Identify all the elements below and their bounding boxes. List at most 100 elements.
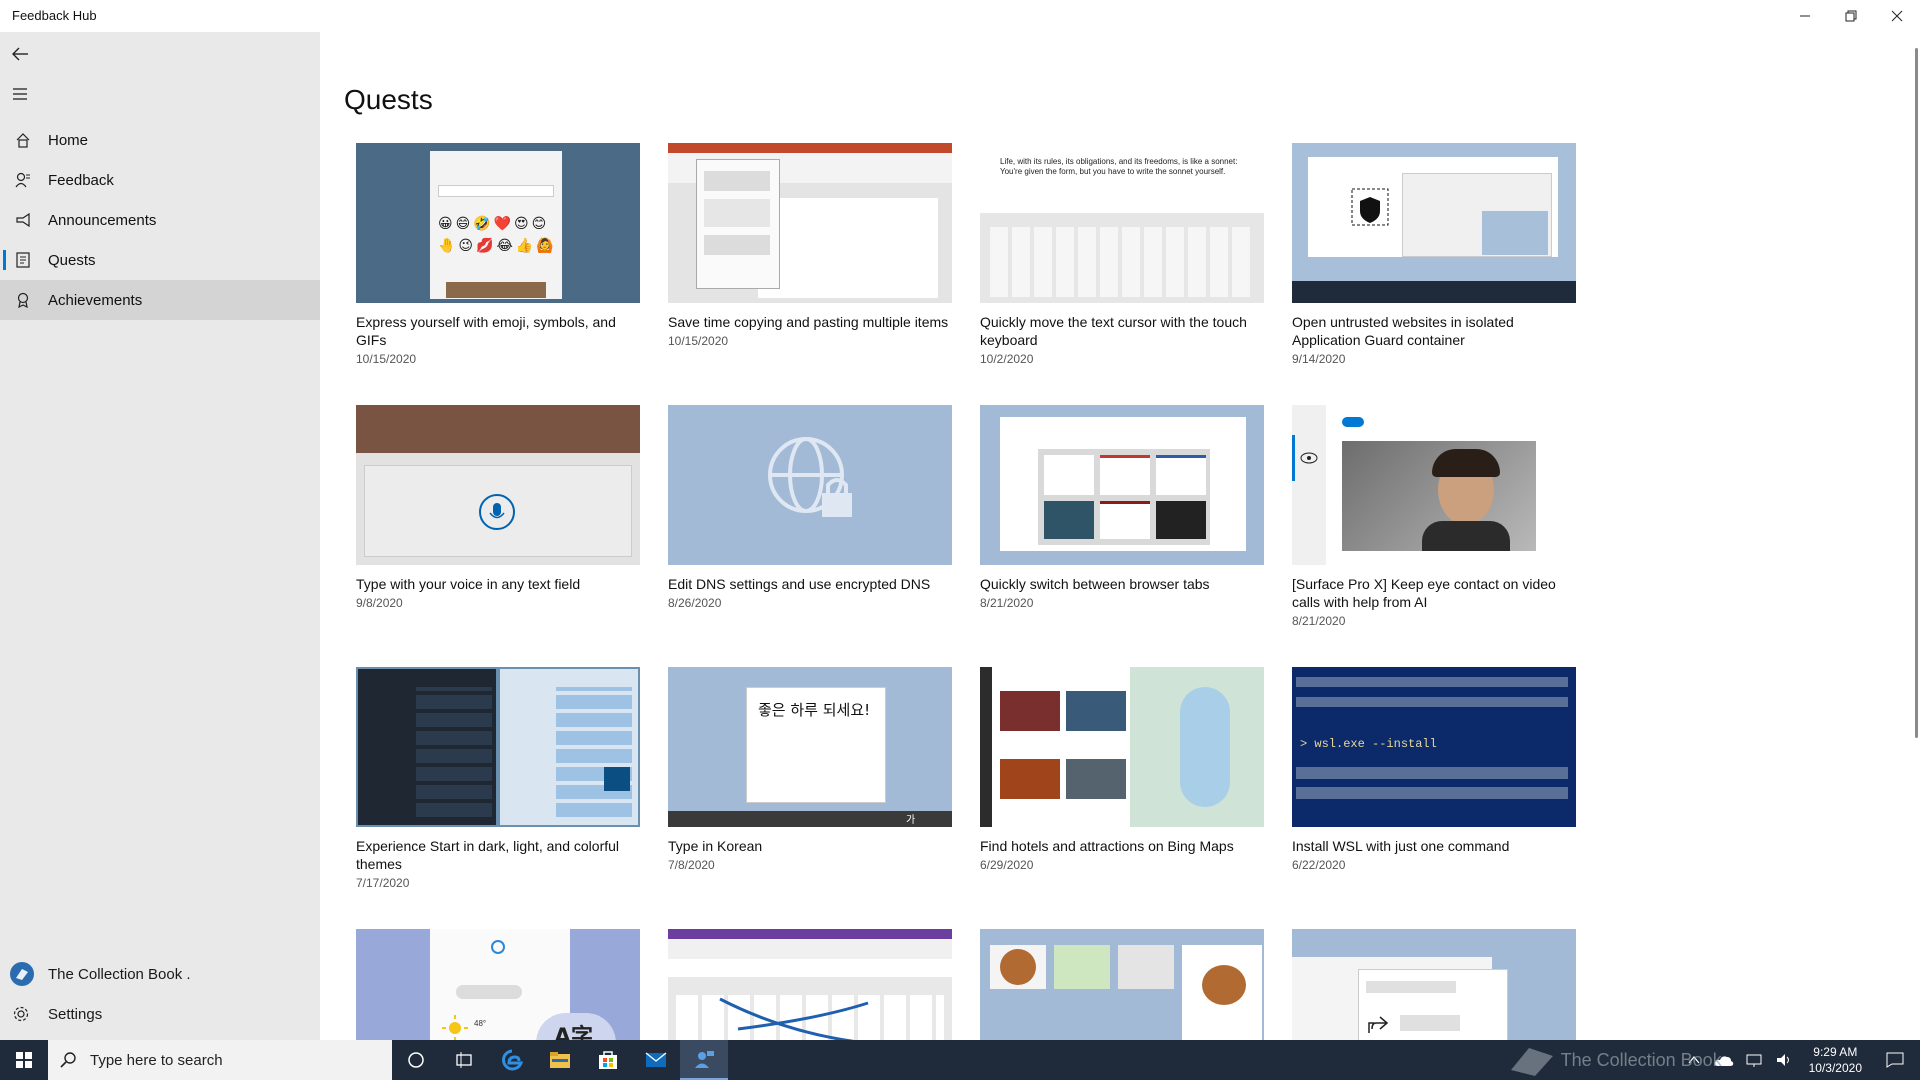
hamburger-icon xyxy=(13,88,27,100)
quest-card[interactable]: 좋은 하루 되세요! 가 Type in Korean 7/8/2020 xyxy=(668,667,952,872)
clock-date: 10/3/2020 xyxy=(1808,1061,1862,1075)
quest-thumbnail-handwriting xyxy=(668,929,952,1040)
settings-button[interactable]: Settings xyxy=(0,994,320,1034)
emoji-grid: 😀😄🤣❤️😍😊 xyxy=(438,215,550,231)
quest-date: 9/14/2020 xyxy=(1292,352,1346,366)
quests-icon xyxy=(14,251,32,269)
shield-icon xyxy=(1351,188,1389,226)
quest-card[interactable]: Edit DNS settings and use encrypted DNS … xyxy=(668,405,952,610)
nav-list: Home Feedback Announcements Quests Achie… xyxy=(0,120,320,320)
gear-icon xyxy=(12,1005,30,1023)
share-icon xyxy=(1368,1016,1389,1033)
main-content: Quests 😀😄🤣❤️😍😊 🤚😉💋😂👍🙆 Express yourself w… xyxy=(320,32,1900,1040)
sidebar-item-announcements[interactable]: Announcements xyxy=(0,200,320,240)
quest-date: 6/22/2020 xyxy=(1292,858,1346,872)
quest-thumbnail-voice xyxy=(356,405,640,565)
quest-card[interactable]: 48° A字 xyxy=(356,929,640,1040)
restore-icon xyxy=(1845,10,1857,22)
taskbar-feedback-hub[interactable] xyxy=(680,1040,728,1080)
taskbar-edge[interactable] xyxy=(488,1040,536,1080)
quest-card[interactable]: Open untrusted websites in isolated Appl… xyxy=(1292,143,1576,366)
quest-card[interactable]: Quickly switch between browser tabs 8/21… xyxy=(980,405,1264,610)
globe-lock-icon xyxy=(768,437,852,517)
taskbar-clock[interactable]: 9:29 AM 10/3/2020 xyxy=(1809,1044,1862,1076)
quest-thumbnail-emoji: 😀😄🤣❤️😍😊 🤚😉💋😂👍🙆 xyxy=(356,143,640,303)
task-view-icon xyxy=(456,1052,472,1068)
quest-thumbnail-widgets: 48° A字 xyxy=(356,929,640,1040)
network-button[interactable] xyxy=(1743,1049,1765,1071)
quest-card[interactable] xyxy=(668,929,952,1040)
feedback-icon xyxy=(14,171,32,189)
quest-thumbnail-dns xyxy=(668,405,952,565)
quest-thumbnail-appguard xyxy=(1292,143,1576,303)
notification-icon xyxy=(1886,1052,1904,1068)
quest-card[interactable]: > wsl.exe --install Install WSL with jus… xyxy=(1292,667,1576,872)
hamburger-menu-button[interactable] xyxy=(8,82,32,106)
taskbar-mail[interactable] xyxy=(632,1040,680,1080)
quest-date: 8/21/2020 xyxy=(1292,614,1346,628)
quest-date: 8/26/2020 xyxy=(668,596,722,610)
quest-title: [Surface Pro X] Keep eye contact on vide… xyxy=(1292,576,1556,610)
quest-title: Type with your voice in any text field xyxy=(356,576,581,592)
sidebar-item-quests[interactable]: Quests xyxy=(0,240,320,280)
taskbar: Type here to search The Collection Book … xyxy=(0,1040,1920,1080)
achievements-icon xyxy=(14,291,32,309)
quest-card[interactable]: 😀😄🤣❤️😍😊 🤚😉💋😂👍🙆 Express yourself with emo… xyxy=(356,143,640,366)
quest-card[interactable]: Type with your voice in any text field 9… xyxy=(356,405,640,610)
app-title: Feedback Hub xyxy=(12,8,97,23)
folder-icon xyxy=(550,1052,570,1068)
user-name: The Collection Book . xyxy=(48,965,191,983)
vertical-scrollbar[interactable] xyxy=(1915,48,1918,738)
sidebar-item-achievements[interactable]: Achievements xyxy=(0,280,320,320)
quest-date: 6/29/2020 xyxy=(980,858,1034,872)
close-icon xyxy=(1891,10,1903,22)
quest-title: Express yourself with emoji, symbols, an… xyxy=(356,314,616,348)
minimize-button[interactable] xyxy=(1782,0,1828,32)
korean-sample-text: 좋은 하루 되세요! xyxy=(758,701,871,719)
back-button[interactable] xyxy=(8,42,32,66)
cortana-button[interactable] xyxy=(392,1040,440,1080)
quest-title: Install WSL with just one command xyxy=(1292,838,1510,854)
avatar xyxy=(10,962,34,986)
sidebar-item-label: Home xyxy=(48,131,89,149)
quest-date: 10/15/2020 xyxy=(356,352,417,366)
quest-card[interactable]: Save time copying and pasting multiple i… xyxy=(668,143,952,348)
taskbar-file-explorer[interactable] xyxy=(536,1040,584,1080)
close-button[interactable] xyxy=(1874,0,1920,32)
volume-button[interactable] xyxy=(1773,1049,1795,1071)
start-button[interactable] xyxy=(0,1040,48,1080)
taskbar-store[interactable] xyxy=(584,1040,632,1080)
notifications-button[interactable] xyxy=(1884,1049,1906,1071)
terminal-command: > wsl.exe --install xyxy=(1300,737,1437,751)
eye-icon xyxy=(1300,452,1318,464)
quest-title: Type in Korean xyxy=(668,838,763,854)
mail-icon xyxy=(645,1052,667,1067)
taskbar-search-box[interactable]: Type here to search xyxy=(48,1040,392,1080)
quest-card[interactable] xyxy=(1292,929,1576,1040)
sidebar-item-label: Feedback xyxy=(48,171,114,189)
search-icon xyxy=(60,1052,76,1068)
quest-date: 7/8/2020 xyxy=(668,858,715,872)
restore-button[interactable] xyxy=(1828,0,1874,32)
quest-card[interactable]: [Surface Pro X] Keep eye contact on vide… xyxy=(1292,405,1576,628)
quest-card[interactable]: Find hotels and attractions on Bing Maps… xyxy=(980,667,1264,872)
sidebar-item-feedback[interactable]: Feedback xyxy=(0,160,320,200)
quest-card[interactable] xyxy=(980,929,1264,1040)
quest-title: Experience Start in dark, light, and col… xyxy=(356,838,620,872)
settings-label: Settings xyxy=(48,1005,103,1023)
quest-card[interactable]: Life, with its rules, its obligations, a… xyxy=(980,143,1264,366)
quest-thumbnail-clipboard xyxy=(668,143,952,303)
quest-title: Quickly move the text cursor with the to… xyxy=(980,314,1247,348)
search-placeholder: Type here to search xyxy=(90,1051,223,1069)
quest-title: Edit DNS settings and use encrypted DNS xyxy=(668,576,931,592)
quest-thumbnail-korean: 좋은 하루 되세요! 가 xyxy=(668,667,952,827)
quest-title: Quickly switch between browser tabs xyxy=(980,576,1210,592)
sidebar-item-label: Achievements xyxy=(48,291,143,309)
task-view-button[interactable] xyxy=(440,1040,488,1080)
handwriting-stroke xyxy=(719,997,869,1040)
user-account[interactable]: The Collection Book . xyxy=(0,954,320,994)
sidebar-item-home[interactable]: Home xyxy=(0,120,320,160)
quest-date: 9/8/2020 xyxy=(356,596,403,610)
translate-icon: A字 xyxy=(554,1025,594,1040)
quest-card[interactable]: Experience Start in dark, light, and col… xyxy=(356,667,640,890)
